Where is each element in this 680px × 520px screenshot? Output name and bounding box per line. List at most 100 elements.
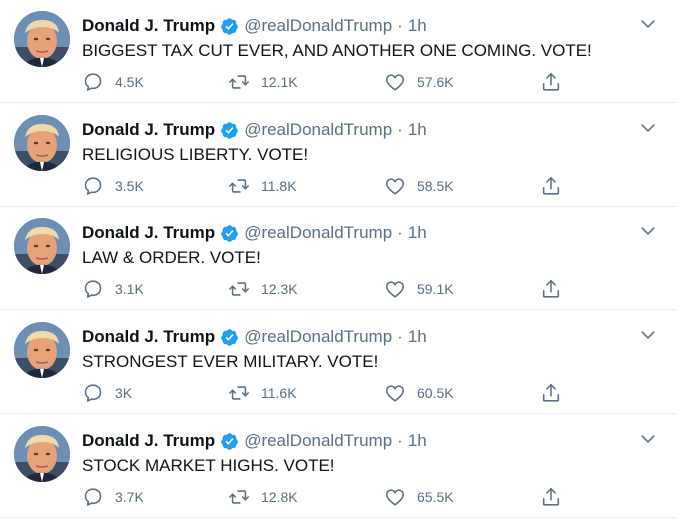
avatar[interactable] — [14, 115, 70, 171]
retweet-icon — [229, 179, 249, 193]
author-handle[interactable]: @realDonaldTrump — [244, 119, 392, 141]
tweet-header: Donald J. Trump @realDonaldTrump · 1h — [82, 15, 427, 37]
reply-button[interactable]: 3.1K — [82, 277, 144, 301]
tweet-text: STRONGEST EVER MILITARY. VOTE! — [82, 352, 379, 371]
more-options-button[interactable] — [638, 325, 658, 345]
retweet-button[interactable]: 11.6K — [228, 381, 297, 405]
like-count: 65.5K — [417, 489, 454, 505]
tweet[interactable]: Donald J. Trump @realDonaldTrump · 1h LA… — [0, 207, 676, 310]
author-name[interactable]: Donald J. Trump — [82, 326, 215, 348]
retweet-icon — [229, 282, 249, 296]
retweet-button[interactable]: 11.8K — [228, 174, 297, 198]
heart-icon — [385, 385, 405, 402]
like-button[interactable]: 59.1K — [384, 277, 454, 301]
separator-dot: · — [397, 327, 403, 346]
like-button[interactable]: 58.5K — [384, 174, 454, 198]
tweet[interactable]: Donald J. Trump @realDonaldTrump · 1h ST… — [0, 415, 676, 518]
tweet[interactable]: Donald J. Trump @realDonaldTrump · 1h ST… — [0, 311, 676, 414]
separator-dot: · — [397, 120, 403, 139]
avatar[interactable] — [14, 322, 70, 378]
timestamp[interactable]: 1h — [408, 15, 427, 37]
retweet-button[interactable]: 12.3K — [228, 277, 298, 301]
chevron-down-icon — [641, 331, 655, 339]
avatar-photo-icon — [14, 11, 70, 67]
like-count: 59.1K — [417, 281, 454, 297]
reply-button[interactable]: 3K — [82, 381, 132, 405]
author-name[interactable]: Donald J. Trump — [82, 119, 215, 141]
heart-icon — [385, 489, 405, 506]
retweet-count: 12.8K — [261, 489, 298, 505]
share-button[interactable] — [540, 277, 562, 301]
retweet-button[interactable]: 12.1K — [228, 70, 298, 94]
author-handle[interactable]: @realDonaldTrump — [244, 15, 392, 37]
separator-dot: · — [397, 223, 403, 242]
retweet-icon — [229, 75, 249, 89]
share-button[interactable] — [540, 485, 562, 509]
author-name[interactable]: Donald J. Trump — [82, 15, 215, 37]
reply-count: 3K — [115, 385, 133, 401]
retweet-button[interactable]: 12.8K — [228, 485, 298, 509]
tweet[interactable]: Donald J. Trump @realDonaldTrump · 1h RE… — [0, 104, 676, 207]
timestamp[interactable]: 1h — [408, 430, 427, 452]
verified-badge-icon — [220, 328, 239, 347]
verified-badge-icon — [220, 224, 239, 243]
author-name[interactable]: Donald J. Trump — [82, 222, 215, 244]
more-options-button[interactable] — [638, 221, 658, 241]
more-options-button[interactable] — [638, 118, 658, 138]
reply-icon — [84, 280, 102, 298]
share-icon — [542, 176, 560, 195]
retweet-icon — [229, 386, 249, 400]
avatar-photo-icon — [14, 115, 70, 171]
share-button[interactable] — [540, 174, 562, 198]
tweet-text: BIGGEST TAX CUT EVER, AND ANOTHER ONE CO… — [82, 41, 592, 60]
like-count: 57.6K — [417, 74, 454, 90]
share-icon — [542, 383, 560, 402]
verified-badge-icon — [220, 432, 239, 451]
reply-icon — [84, 488, 102, 506]
reply-button[interactable]: 3.5K — [82, 174, 144, 198]
retweet-icon — [229, 490, 249, 504]
avatar[interactable] — [14, 11, 70, 67]
reply-button[interactable]: 4.5K — [82, 70, 144, 94]
like-button[interactable]: 60.5K — [384, 381, 454, 405]
tweet-header: Donald J. Trump @realDonaldTrump · 1h — [82, 222, 427, 244]
reply-icon — [84, 384, 102, 402]
author-handle[interactable]: @realDonaldTrump — [244, 222, 392, 244]
verified-badge-icon — [220, 121, 239, 140]
separator-dot: · — [397, 16, 403, 35]
more-options-button[interactable] — [638, 14, 658, 34]
like-button[interactable]: 65.5K — [384, 485, 454, 509]
author-name[interactable]: Donald J. Trump — [82, 430, 215, 452]
retweet-count: 11.6K — [261, 385, 297, 401]
reply-icon — [84, 73, 102, 91]
tweet[interactable]: Donald J. Trump @realDonaldTrump · 1h BI… — [0, 0, 676, 103]
share-button[interactable] — [540, 381, 562, 405]
more-options-button[interactable] — [638, 429, 658, 449]
like-count: 60.5K — [417, 385, 454, 401]
timestamp[interactable]: 1h — [408, 119, 427, 141]
tweet-text: STOCK MARKET HIGHS. VOTE! — [82, 456, 335, 475]
heart-icon — [385, 178, 405, 195]
share-button[interactable] — [540, 70, 562, 94]
like-count: 58.5K — [417, 178, 454, 194]
like-button[interactable]: 57.6K — [384, 70, 454, 94]
reply-count: 4.5K — [115, 74, 144, 90]
author-handle[interactable]: @realDonaldTrump — [244, 430, 392, 452]
reply-count: 3.5K — [115, 178, 144, 194]
reply-icon — [84, 177, 102, 195]
tweet-text: LAW & ORDER. VOTE! — [82, 248, 261, 267]
timestamp[interactable]: 1h — [408, 326, 427, 348]
tweet-header: Donald J. Trump @realDonaldTrump · 1h — [82, 119, 427, 141]
verified-badge-icon — [220, 17, 239, 36]
timestamp[interactable]: 1h — [408, 222, 427, 244]
share-icon — [542, 279, 560, 298]
reply-count: 3.1K — [115, 281, 144, 297]
author-handle[interactable]: @realDonaldTrump — [244, 326, 392, 348]
avatar[interactable] — [14, 426, 70, 482]
share-icon — [542, 72, 560, 91]
avatar[interactable] — [14, 218, 70, 274]
tweet-feed: Donald J. Trump @realDonaldTrump · 1h BI… — [0, 0, 680, 520]
reply-count: 3.7K — [115, 489, 144, 505]
tweet-header: Donald J. Trump @realDonaldTrump · 1h — [82, 430, 427, 452]
reply-button[interactable]: 3.7K — [82, 485, 144, 509]
